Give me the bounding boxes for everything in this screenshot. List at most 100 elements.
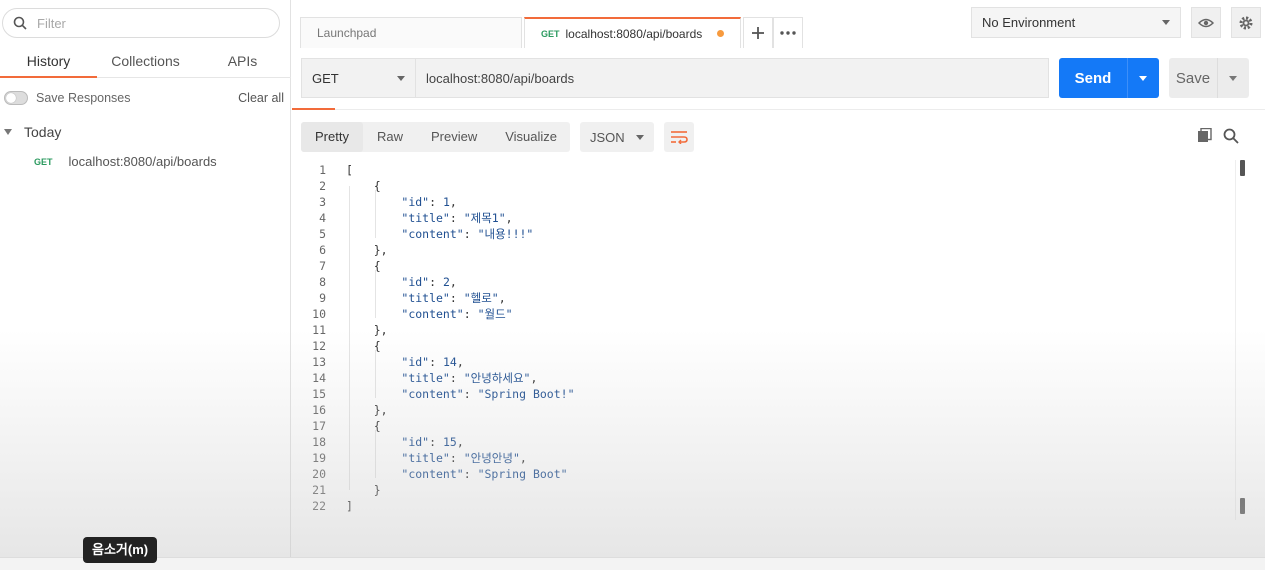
send-button[interactable]: Send [1059,58,1159,98]
chevron-down-icon [1162,20,1170,25]
filter-input[interactable] [37,15,257,31]
line-number: 19 [312,451,326,465]
section-divider [292,109,1265,110]
environment-quick-look-button[interactable] [1191,7,1221,38]
code-text: { [346,419,381,433]
code-text: "content": "내용!!!" [401,227,534,241]
more-tabs-button[interactable] [773,17,803,48]
tab-active-request[interactable]: GET localhost:8080/api/boards [524,17,741,48]
code-text: [ [346,163,353,177]
request-tabbar: Launchpad GET localhost:8080/api/boards [300,17,803,48]
format-select[interactable]: JSON [580,122,654,152]
history-group-label: Today [24,124,62,140]
code-text: "id": 15, [401,435,464,449]
tab-history[interactable]: History [0,46,97,78]
code-text: { [346,179,381,193]
code-text: "content": "Spring Boot" [401,467,568,481]
mute-tooltip: 음소거(m) [83,537,158,563]
line-number: 7 [319,259,326,273]
url-input[interactable] [416,58,1049,98]
view-visualize-button[interactable]: Visualize [491,122,571,152]
new-tab-button[interactable] [743,17,773,48]
environment-selected: No Environment [982,15,1076,30]
button-divider [1127,58,1128,98]
save-label: Save [1175,69,1211,87]
filter-field[interactable] [2,8,280,38]
scrollbar-thumb[interactable] [1240,160,1245,176]
save-responses-label: Save Responses [36,91,131,105]
line-number: 12 [312,339,326,353]
tab-apis[interactable]: APIs [194,46,291,77]
history-group-today[interactable]: Today [4,124,61,140]
scrollbar-thumb[interactable] [1240,498,1245,514]
code-text: "title": "제목1", [401,211,513,225]
line-number: 14 [312,371,326,385]
tab-collections[interactable]: Collections [97,46,194,77]
line-number: 18 [312,435,326,449]
tab-label: localhost:8080/api/boards [565,26,703,41]
code-text: "content": "월드" [401,307,513,321]
chevron-down-icon[interactable] [1229,75,1237,81]
line-number: 13 [312,355,326,369]
environment-select[interactable]: No Environment [971,7,1181,38]
active-section-indicator [292,108,335,110]
chevron-down-icon [4,129,12,135]
code-text: "content": "Spring Boot!" [401,387,575,401]
line-number: 3 [319,195,326,209]
chevron-down-icon [397,75,405,81]
save-responses-row: Save Responses Clear all [4,88,284,108]
search-icon [13,16,27,30]
code-text: "id": 14, [401,355,464,369]
view-preview-button[interactable]: Preview [417,122,491,152]
line-number: 1 [319,163,326,177]
copy-icon [1198,127,1212,142]
code-text: }, [346,323,388,337]
sidebar-tabs: History Collections APIs [0,46,291,78]
line-number: 4 [319,211,326,225]
copy-button[interactable] [1197,127,1212,146]
response-body[interactable]: 1 [2 {3 "id": 1, 4 "title": "제목1", 5 "conte… [301,162,1246,522]
status-bar [0,557,1265,570]
line-number: 10 [312,307,326,321]
line-number: 22 [312,499,326,513]
view-pretty-button[interactable]: Pretty [301,122,363,152]
request-url-row: GET Send Save [301,58,1249,98]
line-number: 21 [312,483,326,497]
code-text: { [346,339,381,353]
scrollbar-track [1235,160,1236,520]
save-button[interactable]: Save [1169,58,1249,98]
chevron-down-icon [636,134,644,140]
history-item[interactable]: GET localhost:8080/api/boards [34,154,217,169]
chevron-down-icon[interactable] [1139,75,1147,81]
code-text: }, [346,243,388,257]
code-text: "title": "안녕하세요", [401,371,538,385]
tab-launchpad[interactable]: Launchpad [300,17,522,48]
line-number: 15 [312,387,326,401]
line-number: 11 [312,323,326,337]
search-response-button[interactable] [1223,128,1239,147]
code-text: "title": "안녕안녕", [401,451,527,465]
line-number: 9 [319,291,326,305]
clear-all-button[interactable]: Clear all [238,91,284,105]
sidebar: History Collections APIs Save Responses … [0,0,291,570]
view-mode-group: Pretty Raw Preview Visualize [301,122,570,152]
send-label: Send [1074,69,1112,87]
save-responses-toggle[interactable] [4,91,28,105]
line-number: 17 [312,419,326,433]
line-number: 5 [319,227,326,241]
code-text: }, [346,403,388,417]
method-badge: GET [541,28,560,39]
code-text: ] [346,499,353,513]
settings-button[interactable] [1231,7,1261,38]
button-divider [1217,58,1218,98]
method-select[interactable]: GET [301,58,416,98]
code-text: "id": 2, [401,275,457,289]
wrap-lines-icon [671,131,688,144]
method-selected: GET [312,70,339,86]
line-number: 8 [319,275,326,289]
wrap-lines-button[interactable] [664,122,694,152]
format-selected: JSON [590,129,625,145]
line-number: 2 [319,179,326,193]
search-icon [1223,128,1239,144]
view-raw-button[interactable]: Raw [363,122,417,152]
